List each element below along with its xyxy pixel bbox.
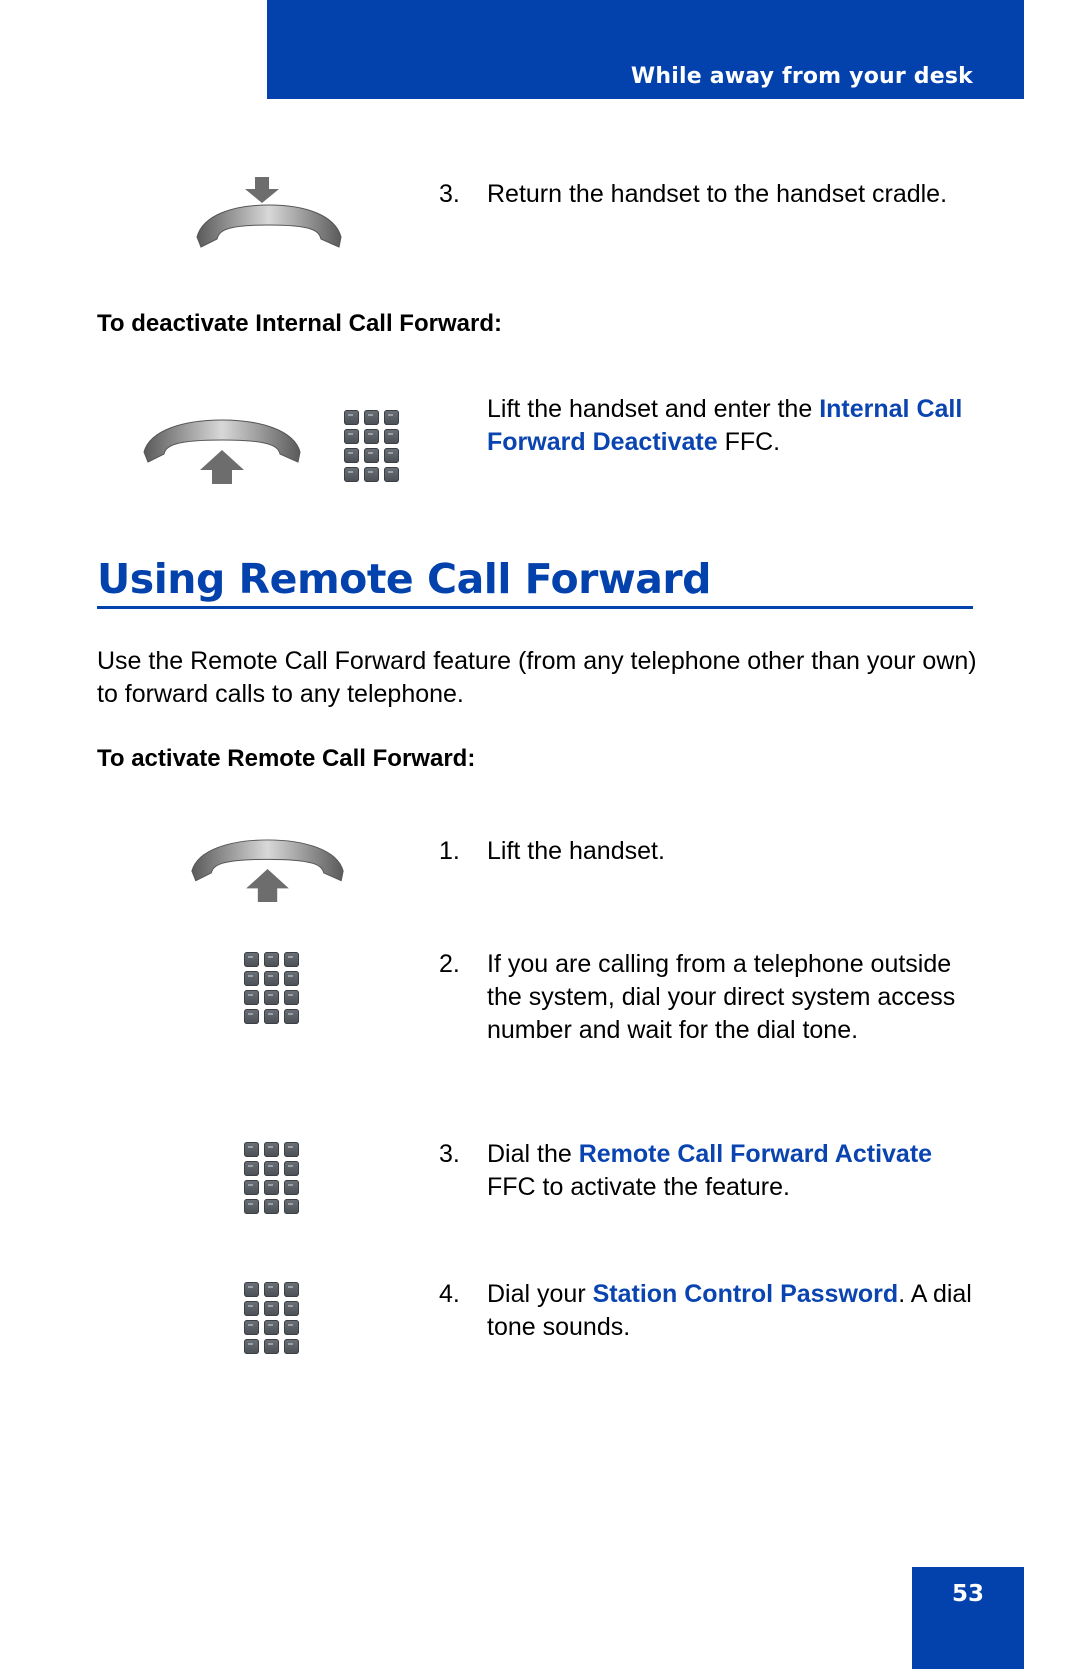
dialpad-key xyxy=(284,971,299,986)
dialpad-key xyxy=(244,1009,259,1024)
dialpad-key xyxy=(384,467,399,482)
dialpad-key xyxy=(264,952,279,967)
dialpad-key xyxy=(264,1009,279,1024)
page-number-box: 53 xyxy=(912,1567,1024,1669)
deactivate-internal-heading: To deactivate Internal Call Forward: xyxy=(97,310,502,337)
dialpad-key xyxy=(364,467,379,482)
dialpad-key xyxy=(264,1161,279,1176)
handset-down-icon xyxy=(196,177,342,248)
step-number: 3. xyxy=(439,180,460,208)
dialpad-key xyxy=(244,990,259,1005)
dialpad-key xyxy=(244,971,259,986)
dialpad-key xyxy=(244,1199,259,1214)
step-text: Lift the handset. xyxy=(487,837,665,865)
header-bar: While away from your desk xyxy=(267,0,1024,99)
dialpad-key xyxy=(244,1282,259,1297)
section-intro: Use the Remote Call Forward feature (fro… xyxy=(97,647,977,708)
dialpad-key xyxy=(344,448,359,463)
dialpad-key xyxy=(264,1180,279,1195)
step-number: 4. xyxy=(439,1280,460,1308)
dialpad-key xyxy=(364,410,379,425)
dialpad-key xyxy=(284,1320,299,1335)
dialpad-key xyxy=(244,1161,259,1176)
dialpad-key xyxy=(244,1142,259,1157)
page-number: 53 xyxy=(951,1581,984,1607)
dialpad-key xyxy=(284,952,299,967)
dialpad-key xyxy=(244,1180,259,1195)
step-number: 2. xyxy=(439,950,460,978)
dialpad-key xyxy=(384,429,399,444)
dialpad-key xyxy=(384,448,399,463)
dialpad-key xyxy=(344,429,359,444)
dialpad-key xyxy=(244,1301,259,1316)
ffc-link-station-control-password[interactable]: Station Control Password xyxy=(593,1280,899,1308)
dialpad-key xyxy=(344,410,359,425)
dialpad-key xyxy=(264,1142,279,1157)
dialpad-key xyxy=(244,952,259,967)
dialpad-key xyxy=(284,1161,299,1176)
dialpad-key xyxy=(284,1282,299,1297)
section-divider xyxy=(97,606,973,609)
dialpad-key xyxy=(364,448,379,463)
dialpad-key xyxy=(384,410,399,425)
dialpad-key xyxy=(364,429,379,444)
dialpad-key xyxy=(264,1301,279,1316)
step-number: 1. xyxy=(439,837,460,865)
step-text: If you are calling from a telephone outs… xyxy=(487,950,956,1044)
step-number: 3. xyxy=(439,1140,460,1168)
dialpad-icon xyxy=(244,1282,299,1354)
handset-up-icon xyxy=(191,839,344,902)
dialpad-key xyxy=(264,1199,279,1214)
section-title: Using Remote Call Forward xyxy=(97,555,712,603)
dialpad-icon xyxy=(244,952,299,1024)
dialpad-icon xyxy=(344,410,399,482)
dialpad-key xyxy=(264,1320,279,1335)
activate-remote-heading: To activate Remote Call Forward: xyxy=(97,745,476,772)
dialpad-key xyxy=(284,990,299,1005)
step-text: Return the handset to the handset cradle… xyxy=(487,180,948,208)
dialpad-key xyxy=(244,1339,259,1354)
handset-up-icon xyxy=(143,419,301,484)
dialpad-key xyxy=(284,1339,299,1354)
dialpad-key xyxy=(264,990,279,1005)
dialpad-key xyxy=(264,971,279,986)
step-text: Dial your Station Control Password. A di… xyxy=(487,1280,972,1341)
dialpad-key xyxy=(284,1009,299,1024)
dialpad-key xyxy=(284,1301,299,1316)
dialpad-key xyxy=(264,1339,279,1354)
step-text: Dial the Remote Call Forward Activate FF… xyxy=(487,1140,933,1201)
dialpad-key xyxy=(284,1180,299,1195)
dialpad-key xyxy=(244,1320,259,1335)
header-title: While away from your desk xyxy=(630,64,973,89)
dialpad-key xyxy=(264,1282,279,1297)
ffc-link-remote-call-forward-activate[interactable]: Remote Call Forward Activate xyxy=(579,1140,932,1168)
dialpad-key xyxy=(344,467,359,482)
dialpad-icon xyxy=(244,1142,299,1214)
deactivate-instruction: Lift the handset and enter the Internal … xyxy=(487,395,963,456)
dialpad-key xyxy=(284,1142,299,1157)
dialpad-key xyxy=(284,1199,299,1214)
